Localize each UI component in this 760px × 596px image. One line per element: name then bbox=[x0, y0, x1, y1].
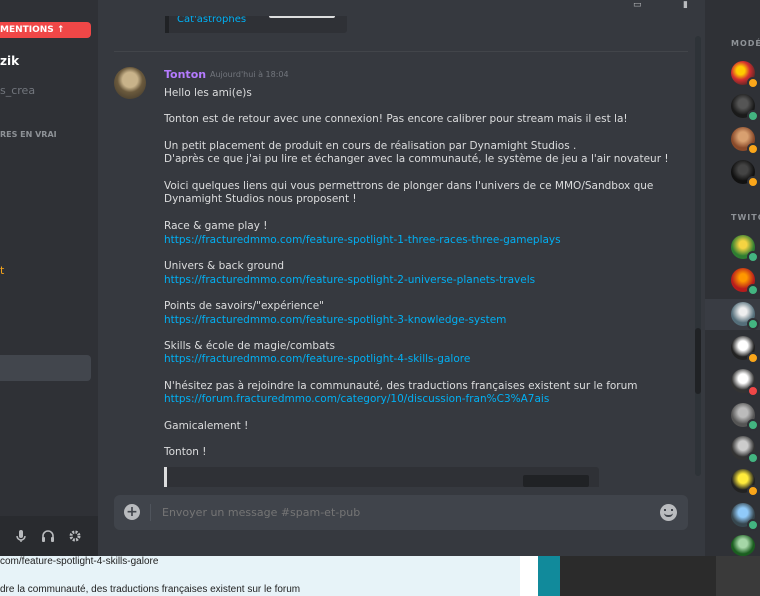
status-idle-icon bbox=[747, 176, 759, 188]
message-line: N'hésitez pas à rejoindre la communauté,… bbox=[164, 380, 638, 392]
channel-sub-label[interactable]: s_crea bbox=[0, 84, 35, 97]
member-avatar[interactable] bbox=[731, 535, 755, 556]
channel-item[interactable]: t bbox=[0, 264, 4, 277]
status-online-icon bbox=[747, 419, 759, 431]
status-idle-icon bbox=[747, 143, 759, 155]
member-list-icon[interactable]: ▮ bbox=[683, 0, 697, 10]
message-line: Skills & école de magie/combats bbox=[164, 340, 336, 352]
status-online-icon bbox=[747, 284, 759, 296]
message-input[interactable] bbox=[162, 506, 642, 519]
new-mentions-label: MENTIONS ↑ bbox=[0, 25, 65, 35]
message-line: Race & game play ! bbox=[164, 220, 268, 232]
message-link[interactable]: https://fracturedmmo.com/feature-spotlig… bbox=[164, 274, 684, 287]
settings-gear-icon[interactable] bbox=[67, 528, 83, 544]
pinned-icon[interactable]: ▭ bbox=[633, 0, 647, 10]
selected-channel[interactable] bbox=[0, 355, 91, 381]
add-attachment-button[interactable]: + bbox=[124, 504, 140, 520]
status-online-icon bbox=[747, 519, 759, 531]
message-line: Hello les ami(e)s bbox=[164, 87, 252, 99]
message-timestamp: Aujourd'hui à 18:04 bbox=[210, 70, 289, 79]
message-line: Voici quelques liens qui vous permettron… bbox=[164, 180, 654, 192]
new-mentions-button[interactable]: MENTIONS ↑ bbox=[0, 22, 91, 38]
message-line: Points de savoirs/"expérience" bbox=[164, 300, 324, 312]
taskbar-area bbox=[716, 556, 760, 596]
link-embed bbox=[164, 467, 599, 487]
status-online-icon bbox=[747, 251, 759, 263]
status-idle-icon bbox=[747, 77, 759, 89]
message-line: Gamicalement ! bbox=[164, 420, 249, 432]
channel-header: ▭ ▮ bbox=[98, 0, 705, 17]
message-link[interactable]: https://fracturedmmo.com/feature-spotlig… bbox=[164, 353, 684, 366]
status-online-icon bbox=[747, 318, 759, 330]
message-link[interactable]: https://fracturedmmo.com/feature-spotlig… bbox=[164, 234, 684, 247]
channel-sidebar: MENTIONS ↑ zik s_crea RES EN VRAI t bbox=[0, 0, 98, 556]
message-link[interactable]: https://fracturedmmo.com/feature-spotlig… bbox=[164, 314, 684, 327]
message-line: D'après ce que j'ai pu lire et échanger … bbox=[164, 153, 669, 165]
page-sidebar-strip bbox=[538, 556, 560, 596]
status-idle-icon bbox=[747, 485, 759, 497]
emoji-icon[interactable] bbox=[660, 504, 677, 521]
scrollbar-track[interactable] bbox=[695, 36, 701, 476]
message-line: Tonton ! bbox=[164, 446, 207, 458]
page-text-line: dre la communauté, des traductions franç… bbox=[0, 584, 301, 595]
message-link[interactable]: https://forum.fracturedmmo.com/category/… bbox=[164, 393, 684, 406]
microphone-icon[interactable] bbox=[13, 528, 29, 544]
status-online-icon bbox=[747, 452, 759, 464]
user-panel bbox=[0, 516, 98, 556]
message-line: Tonton est de retour avec une connexion!… bbox=[164, 113, 628, 125]
embed-link[interactable]: Cat'astrophes bbox=[177, 16, 246, 25]
status-idle-icon bbox=[747, 352, 759, 364]
status-online-icon bbox=[747, 110, 759, 122]
scrollbar-thumb[interactable] bbox=[695, 328, 701, 394]
headphones-icon[interactable] bbox=[40, 528, 56, 544]
avatar[interactable] bbox=[114, 67, 146, 99]
status-dnd-icon bbox=[747, 385, 759, 397]
channel-category[interactable]: RES EN VRAI bbox=[0, 130, 57, 139]
link-embed: Cat'astrophes bbox=[165, 16, 347, 33]
message-list: Cat'astrophes Tonton Aujourd'hui à 18:04… bbox=[98, 16, 705, 556]
message-divider bbox=[114, 51, 688, 52]
message-line: Dynamight Studios nous proposent ! bbox=[164, 193, 357, 205]
background-browser-page: com/feature-spotlight-4-skills-galore dr… bbox=[0, 556, 760, 596]
embed-thumbnail[interactable] bbox=[523, 475, 589, 487]
embed-image[interactable] bbox=[269, 16, 335, 18]
page-text-line: com/feature-spotlight-4-skills-galore bbox=[0, 556, 159, 567]
message-line: Univers & back ground bbox=[164, 260, 285, 272]
message-composer: + bbox=[114, 495, 688, 530]
input-separator bbox=[150, 504, 151, 521]
message-line: Un petit placement de produit en cours d… bbox=[164, 140, 577, 152]
server-name: zik bbox=[0, 54, 20, 68]
page-content: com/feature-spotlight-4-skills-galore dr… bbox=[0, 556, 520, 596]
message-author[interactable]: Tonton bbox=[164, 68, 206, 81]
member-category: MODÉ bbox=[731, 39, 760, 48]
member-category: TWITC bbox=[731, 213, 760, 222]
